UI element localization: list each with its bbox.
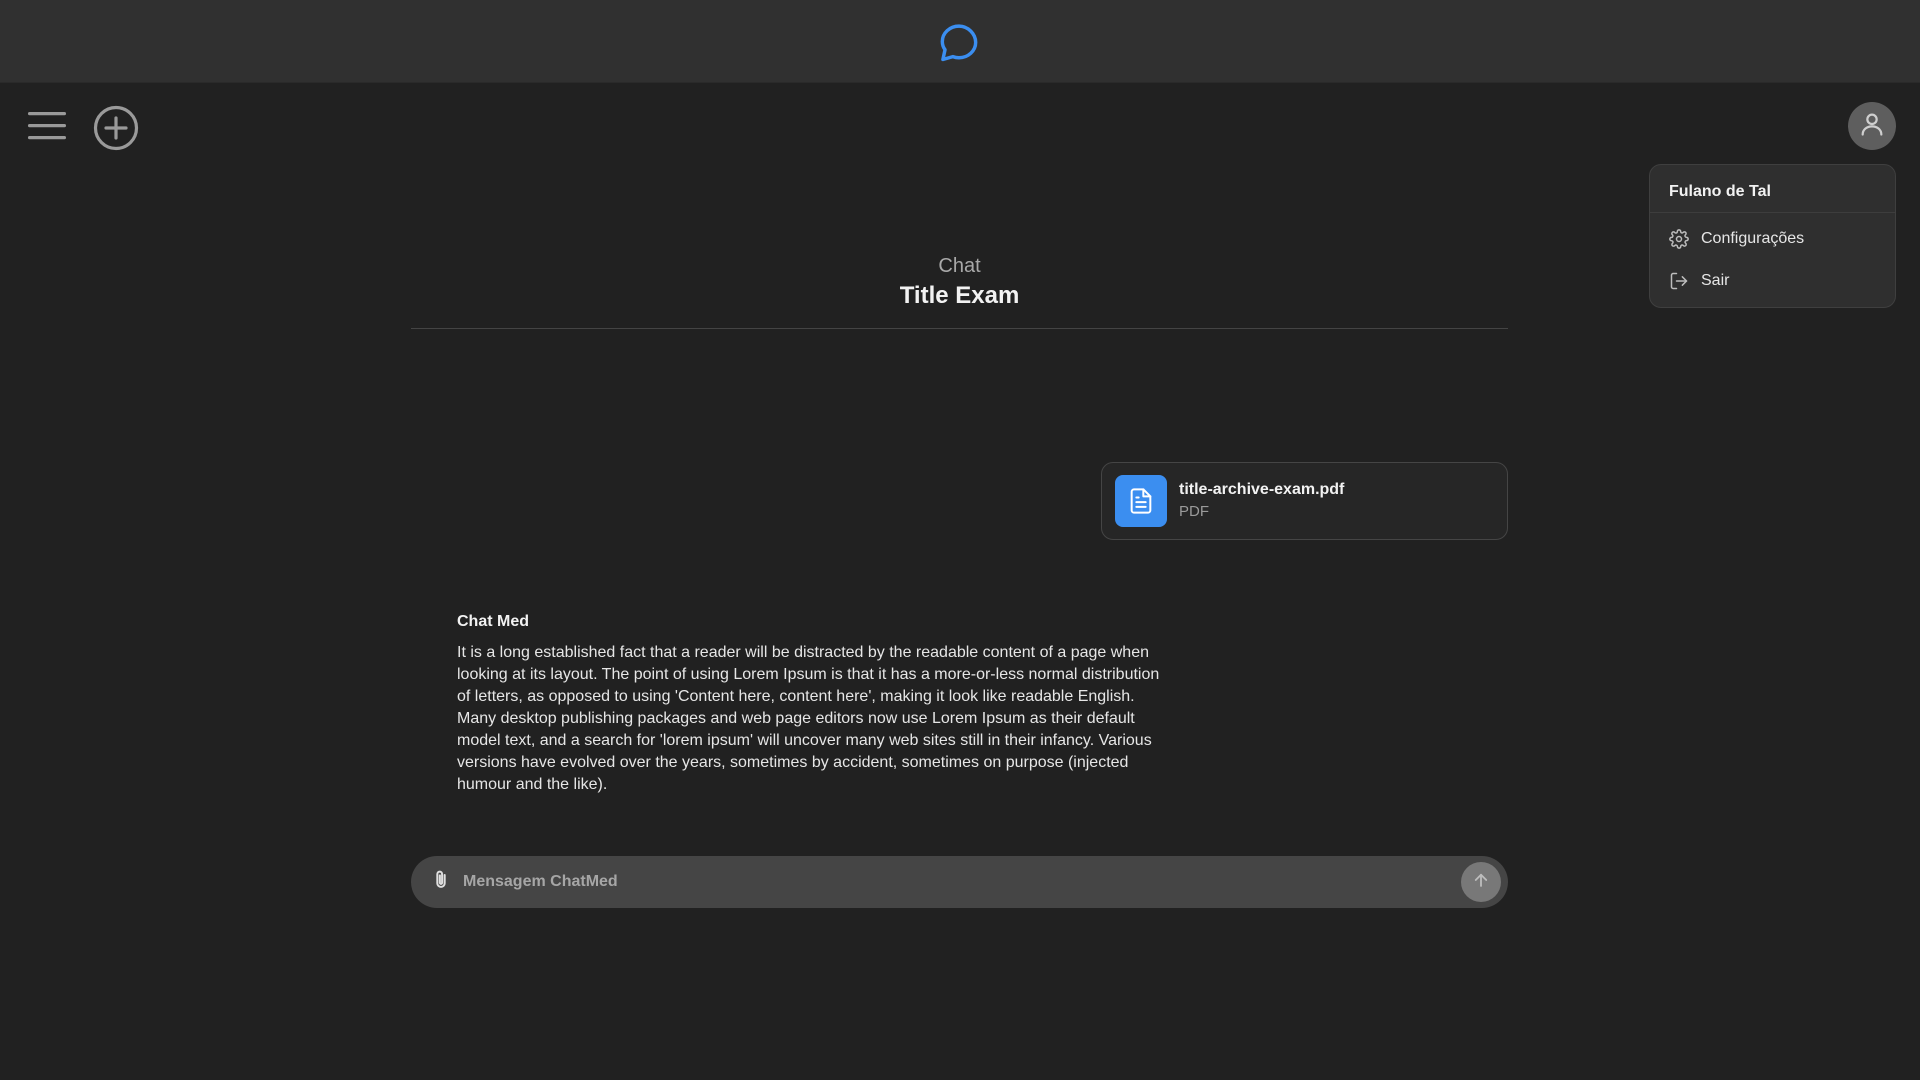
attach-button[interactable]	[419, 856, 463, 908]
page-title: Title Exam	[899, 282, 1020, 309]
arrow-up-icon	[1472, 871, 1490, 894]
document-icon	[1115, 475, 1167, 527]
chat-header: Chat Title Exam	[411, 252, 1508, 312]
user-name: Fulano de Tal	[1669, 183, 1771, 200]
chat-bubble-icon	[936, 20, 982, 66]
menu-item-label: Sair	[1701, 272, 1730, 289]
message-text: It is a long established fact that a rea…	[457, 644, 1160, 793]
menu-divider	[1650, 212, 1895, 213]
send-button[interactable]	[1461, 862, 1501, 902]
menu-item-logout[interactable]: Sair	[1662, 263, 1884, 299]
user-menu-dropdown: Fulano de Tal Configurações Sair	[1649, 164, 1896, 308]
attachment-file-name: title-archive-exam.pdf	[1179, 481, 1345, 498]
top-bar	[0, 0, 1920, 83]
message-sender: Chat Med	[457, 613, 529, 630]
logout-icon	[1668, 270, 1690, 292]
menu-button[interactable]	[26, 106, 70, 146]
menu-item-label: Configurações	[1701, 230, 1805, 247]
user-avatar-button[interactable]	[1848, 102, 1896, 150]
header-divider	[411, 328, 1508, 329]
attachment-card[interactable]: title-archive-exam.pdf PDF	[1101, 462, 1508, 540]
menu-item-settings[interactable]: Configurações	[1662, 221, 1884, 257]
gear-icon	[1668, 228, 1690, 250]
assistant-message: Chat Med It is a long established fact t…	[457, 612, 1177, 796]
chat-kicker: Chat	[938, 255, 981, 277]
plus-circle-icon	[92, 105, 140, 156]
new-chat-button[interactable]	[92, 104, 140, 152]
message-input[interactable]	[463, 862, 1461, 902]
attachment-file-type: PDF	[1179, 503, 1209, 520]
message-composer	[411, 856, 1508, 908]
user-icon	[1858, 110, 1886, 143]
hamburger-icon	[26, 112, 70, 150]
paperclip-icon	[430, 867, 452, 898]
attachment-info: title-archive-exam.pdf PDF	[1179, 480, 1344, 522]
